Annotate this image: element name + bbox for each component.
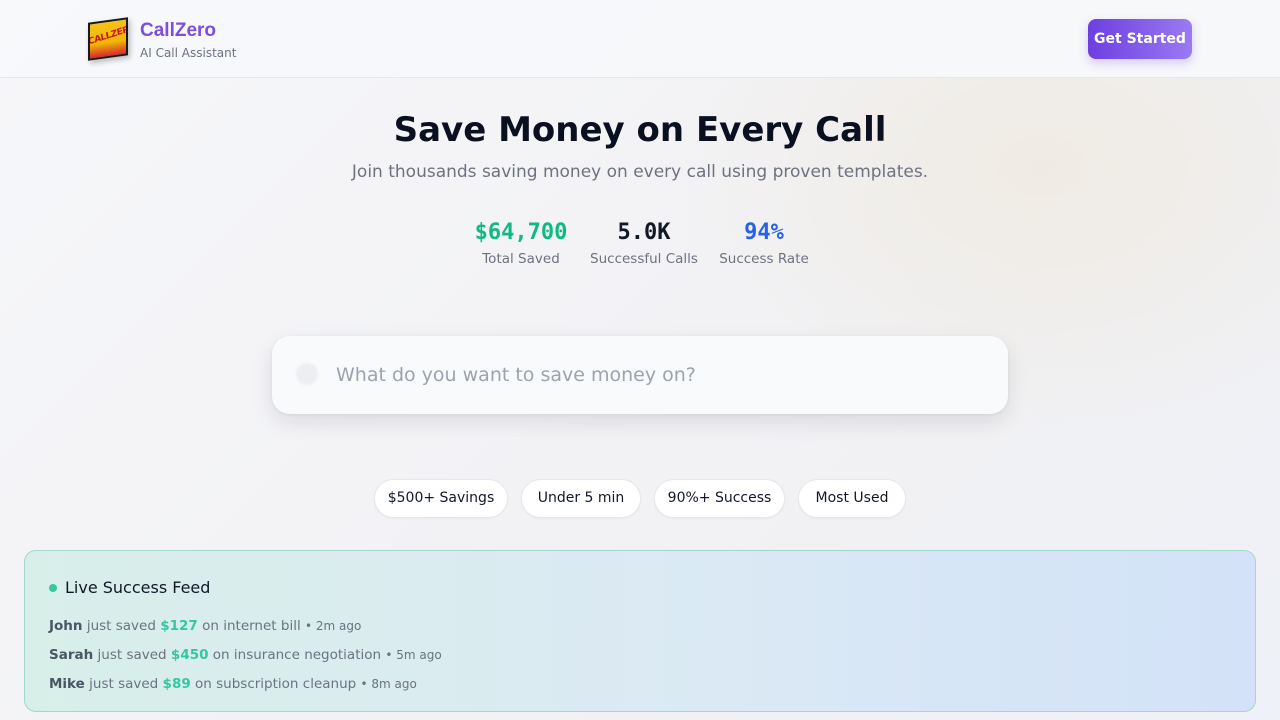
feed-amount: $89	[162, 676, 191, 692]
filter-chip-most-used[interactable]: Most Used	[798, 479, 906, 518]
stat-label: Total Saved	[482, 251, 560, 267]
search-box[interactable]	[272, 336, 1008, 414]
feed-description: on insurance negotiation	[212, 647, 382, 663]
feed-description: on subscription cleanup	[195, 676, 357, 692]
top-navbar: CALLZERO CallZero AI Call Assistant Get …	[0, 0, 1280, 78]
stat-label: Successful Calls	[590, 251, 698, 267]
filter-chip-90-success[interactable]: 90%+ Success	[654, 479, 785, 518]
feed-user-name: Mike	[49, 676, 85, 692]
search-icon	[296, 363, 318, 385]
stat-value: 94%	[744, 220, 784, 245]
feed-title: Live Success Feed	[65, 578, 211, 597]
feed-verb: just saved	[97, 647, 167, 663]
feed-item: Mike just saved $89 on subscription clea…	[49, 676, 417, 692]
feed-amount: $450	[170, 647, 209, 663]
filter-chip-500-savings[interactable]: $500+ Savings	[374, 479, 508, 518]
feed-verb: just saved	[89, 676, 159, 692]
live-indicator-icon	[49, 584, 57, 592]
stat-value: $64,700	[474, 220, 568, 245]
stat-successful-calls: 5.0K Successful Calls	[584, 220, 704, 267]
feed-user-name: Sarah	[49, 647, 94, 663]
brand-name[interactable]: CallZero	[140, 20, 216, 42]
stat-label: Success Rate	[719, 251, 809, 267]
feed-item: John just saved $127 on internet bill • …	[49, 618, 361, 634]
get-started-button[interactable]: Get Started	[1088, 19, 1192, 59]
feed-description: on internet bill	[202, 618, 301, 634]
feed-user-name: John	[49, 618, 83, 634]
search-input[interactable]	[336, 356, 976, 394]
callzero-logo[interactable]: CALLZERO	[88, 17, 128, 61]
feed-amount: $127	[160, 618, 198, 634]
feed-time: • 5m ago	[385, 648, 442, 662]
brand-tagline: AI Call Assistant	[140, 46, 237, 60]
stat-success-rate: 94% Success Rate	[714, 220, 814, 267]
page-title: Save Money on Every Call	[393, 110, 887, 150]
logo-text: CALLZERO	[88, 22, 128, 48]
feed-item: Sarah just saved $450 on insurance negot…	[49, 647, 442, 663]
stat-value: 5.0K	[617, 220, 671, 245]
filter-chip-under-5-min[interactable]: Under 5 min	[521, 479, 641, 518]
feed-time: • 2m ago	[305, 619, 362, 633]
feed-verb: just saved	[86, 618, 156, 634]
feed-time: • 8m ago	[360, 677, 417, 691]
stat-total-saved: $64,700 Total Saved	[461, 220, 581, 267]
live-success-feed: Live Success Feed John just saved $127 o…	[24, 550, 1256, 712]
page-subtitle: Join thousands saving money on every cal…	[351, 162, 929, 182]
